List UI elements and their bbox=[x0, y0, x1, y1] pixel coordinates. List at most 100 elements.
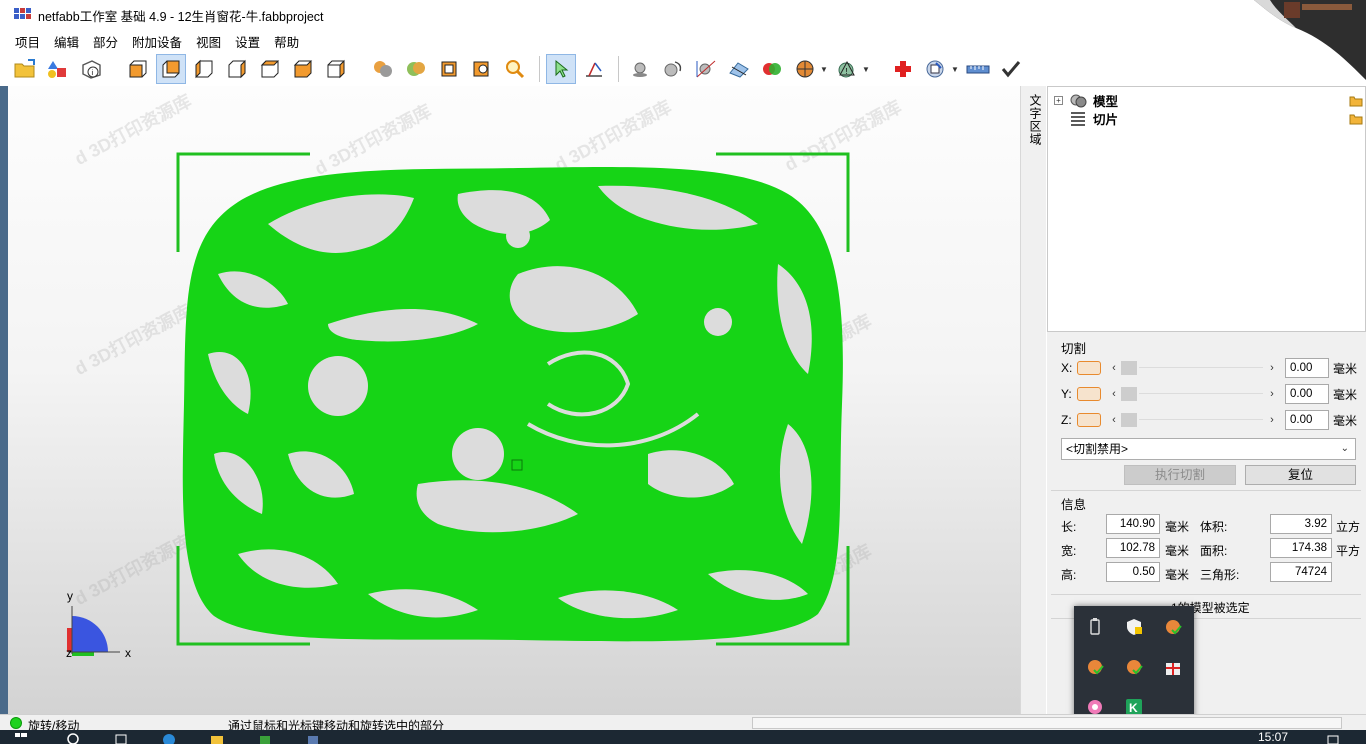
ruler-icon[interactable] bbox=[963, 54, 993, 84]
cut-y-input[interactable]: 0.00 bbox=[1285, 384, 1329, 404]
taskbar-clock[interactable]: 15:07 bbox=[1258, 730, 1288, 744]
area-unit: 平方 bbox=[1336, 544, 1361, 558]
boolean-icon[interactable] bbox=[757, 54, 787, 84]
slider-thumb[interactable] bbox=[1121, 413, 1137, 427]
menu-project[interactable]: 项目 bbox=[8, 32, 47, 51]
tree-expand-icon[interactable]: + bbox=[1054, 95, 1063, 105]
slider-thumb[interactable] bbox=[1121, 387, 1137, 401]
shading-icon[interactable] bbox=[368, 54, 398, 84]
area-label: 面积: bbox=[1200, 544, 1228, 558]
zoom-selection-icon[interactable] bbox=[467, 54, 497, 84]
windows-start-icon[interactable] bbox=[14, 732, 28, 744]
move-part-icon[interactable] bbox=[625, 54, 655, 84]
width-unit: 毫米 bbox=[1165, 544, 1190, 558]
repair-icon[interactable] bbox=[888, 54, 918, 84]
app-status-icon[interactable] bbox=[1125, 658, 1143, 676]
view-right-icon[interactable] bbox=[222, 54, 252, 84]
usb-drive-icon[interactable] bbox=[1086, 618, 1104, 636]
rotate-part-icon[interactable] bbox=[658, 54, 688, 84]
axis-y-label: y bbox=[67, 589, 73, 603]
app-taskbar-icon[interactable] bbox=[258, 732, 272, 744]
view-iso-icon[interactable] bbox=[321, 54, 351, 84]
divider bbox=[1051, 490, 1361, 491]
axis-color-chip[interactable] bbox=[1077, 413, 1101, 427]
folder-icon[interactable] bbox=[1349, 113, 1363, 125]
project-tree: + 模型 切片 bbox=[1047, 86, 1366, 332]
unit-label: 毫米 bbox=[1333, 387, 1358, 402]
title-bar: netfabb工作室 基础 4.9 - 12生肖窗花-牛.fabbproject bbox=[0, 0, 1366, 80]
slider-thumb[interactable] bbox=[1121, 361, 1137, 375]
export-dropdown-icon[interactable]: ▼ bbox=[951, 65, 959, 74]
netfabb-taskbar-icon[interactable] bbox=[306, 732, 320, 744]
tree-item-models[interactable]: + 模型 bbox=[1054, 91, 1118, 109]
part-info-icon[interactable]: i bbox=[76, 54, 106, 84]
main-toolbar: i ▼ ! ▼ ▼ bbox=[0, 52, 1366, 86]
notification-center-icon[interactable] bbox=[1326, 732, 1340, 744]
menu-bar: 项目 编辑 部分 附加设备 视图 设置 帮助 bbox=[0, 30, 1366, 52]
select-pointer-icon[interactable] bbox=[546, 54, 576, 84]
view-front-icon[interactable] bbox=[123, 54, 153, 84]
menu-part[interactable]: 部分 bbox=[86, 32, 125, 51]
cut-z-slider[interactable]: ‹ › bbox=[1109, 411, 1277, 429]
search-icon[interactable] bbox=[66, 732, 80, 744]
scale-part-icon[interactable] bbox=[691, 54, 721, 84]
chevron-left-icon[interactable]: ‹ bbox=[1109, 388, 1119, 400]
ox-papercut-model[interactable] bbox=[178, 154, 850, 646]
check-icon[interactable] bbox=[996, 54, 1026, 84]
menu-view[interactable]: 视图 bbox=[189, 32, 228, 51]
reset-button[interactable]: 复位 bbox=[1245, 465, 1356, 485]
task-view-icon[interactable] bbox=[114, 732, 128, 744]
zoom-fit-icon[interactable] bbox=[434, 54, 464, 84]
cut-y-slider[interactable]: ‹ › bbox=[1109, 385, 1277, 403]
status-field bbox=[752, 717, 1342, 729]
file-explorer-icon[interactable] bbox=[210, 732, 224, 744]
length-unit: 毫米 bbox=[1165, 520, 1190, 534]
menu-settings[interactable]: 设置 bbox=[228, 32, 267, 51]
menu-edit[interactable]: 编辑 bbox=[47, 32, 86, 51]
view-top-icon[interactable] bbox=[255, 54, 285, 84]
unit-label: 毫米 bbox=[1333, 413, 1358, 428]
security-shield-icon[interactable] bbox=[1125, 618, 1143, 636]
chevron-left-icon[interactable]: ‹ bbox=[1109, 414, 1119, 426]
cut-mode-select[interactable]: <切割禁用> ⌄ bbox=[1061, 438, 1356, 460]
volume-value: 3.92 bbox=[1270, 514, 1332, 534]
section-dropdown-icon[interactable]: ▼ bbox=[820, 65, 828, 74]
app-status-icon[interactable] bbox=[1164, 618, 1182, 636]
texture-icon[interactable] bbox=[401, 54, 431, 84]
magnifier-icon[interactable] bbox=[500, 54, 530, 84]
analysis-icon[interactable]: ! bbox=[832, 54, 862, 84]
netfabb-window: netfabb工作室 基础 4.9 - 12生肖窗花-牛.fabbproject… bbox=[0, 0, 1366, 744]
cut-z-input[interactable]: 0.00 bbox=[1285, 410, 1329, 430]
execute-cut-button[interactable]: 执行切割 bbox=[1124, 465, 1236, 485]
app-status-icon[interactable] bbox=[1086, 658, 1104, 676]
axis-color-chip[interactable] bbox=[1077, 361, 1101, 375]
view-bottom-icon[interactable] bbox=[288, 54, 318, 84]
3d-viewport[interactable]: d 3D打印资源库 d 3D打印资源库 d 3D打印资源库 d 3D打印资源库 … bbox=[8, 86, 1020, 714]
chevron-right-icon[interactable]: › bbox=[1267, 414, 1277, 426]
windows-taskbar: 15:07 bbox=[0, 730, 1366, 744]
menu-extras[interactable]: 附加设备 bbox=[125, 32, 189, 51]
view-left-icon[interactable] bbox=[189, 54, 219, 84]
view-back-icon[interactable] bbox=[156, 54, 186, 84]
tree-item-slices[interactable]: 切片 bbox=[1054, 109, 1118, 127]
cut-x-input[interactable]: 0.00 bbox=[1285, 358, 1329, 378]
open-project-icon[interactable] bbox=[10, 54, 40, 84]
chevron-left-icon[interactable]: ‹ bbox=[1109, 362, 1119, 374]
cut-x-slider[interactable]: ‹ › bbox=[1109, 359, 1277, 377]
panel-splitter[interactable]: 文字区域 bbox=[1020, 86, 1046, 714]
measure-icon[interactable] bbox=[579, 54, 609, 84]
folder-icon[interactable] bbox=[1349, 95, 1363, 107]
volume-unit: 立方 bbox=[1336, 520, 1361, 534]
axis-color-chip[interactable] bbox=[1077, 387, 1101, 401]
menu-help[interactable]: 帮助 bbox=[267, 32, 306, 51]
chevron-right-icon[interactable]: › bbox=[1267, 388, 1277, 400]
section-icon[interactable] bbox=[790, 54, 820, 84]
gift-icon[interactable] bbox=[1164, 658, 1182, 676]
add-part-icon[interactable] bbox=[43, 54, 73, 84]
mirror-part-icon[interactable] bbox=[724, 54, 754, 84]
browser-icon[interactable] bbox=[162, 732, 176, 744]
analysis-dropdown-icon[interactable]: ▼ bbox=[862, 65, 870, 74]
text-area-tab[interactable]: 文字区域 bbox=[1027, 94, 1044, 146]
export-icon[interactable] bbox=[921, 54, 951, 84]
chevron-right-icon[interactable]: › bbox=[1267, 362, 1277, 374]
